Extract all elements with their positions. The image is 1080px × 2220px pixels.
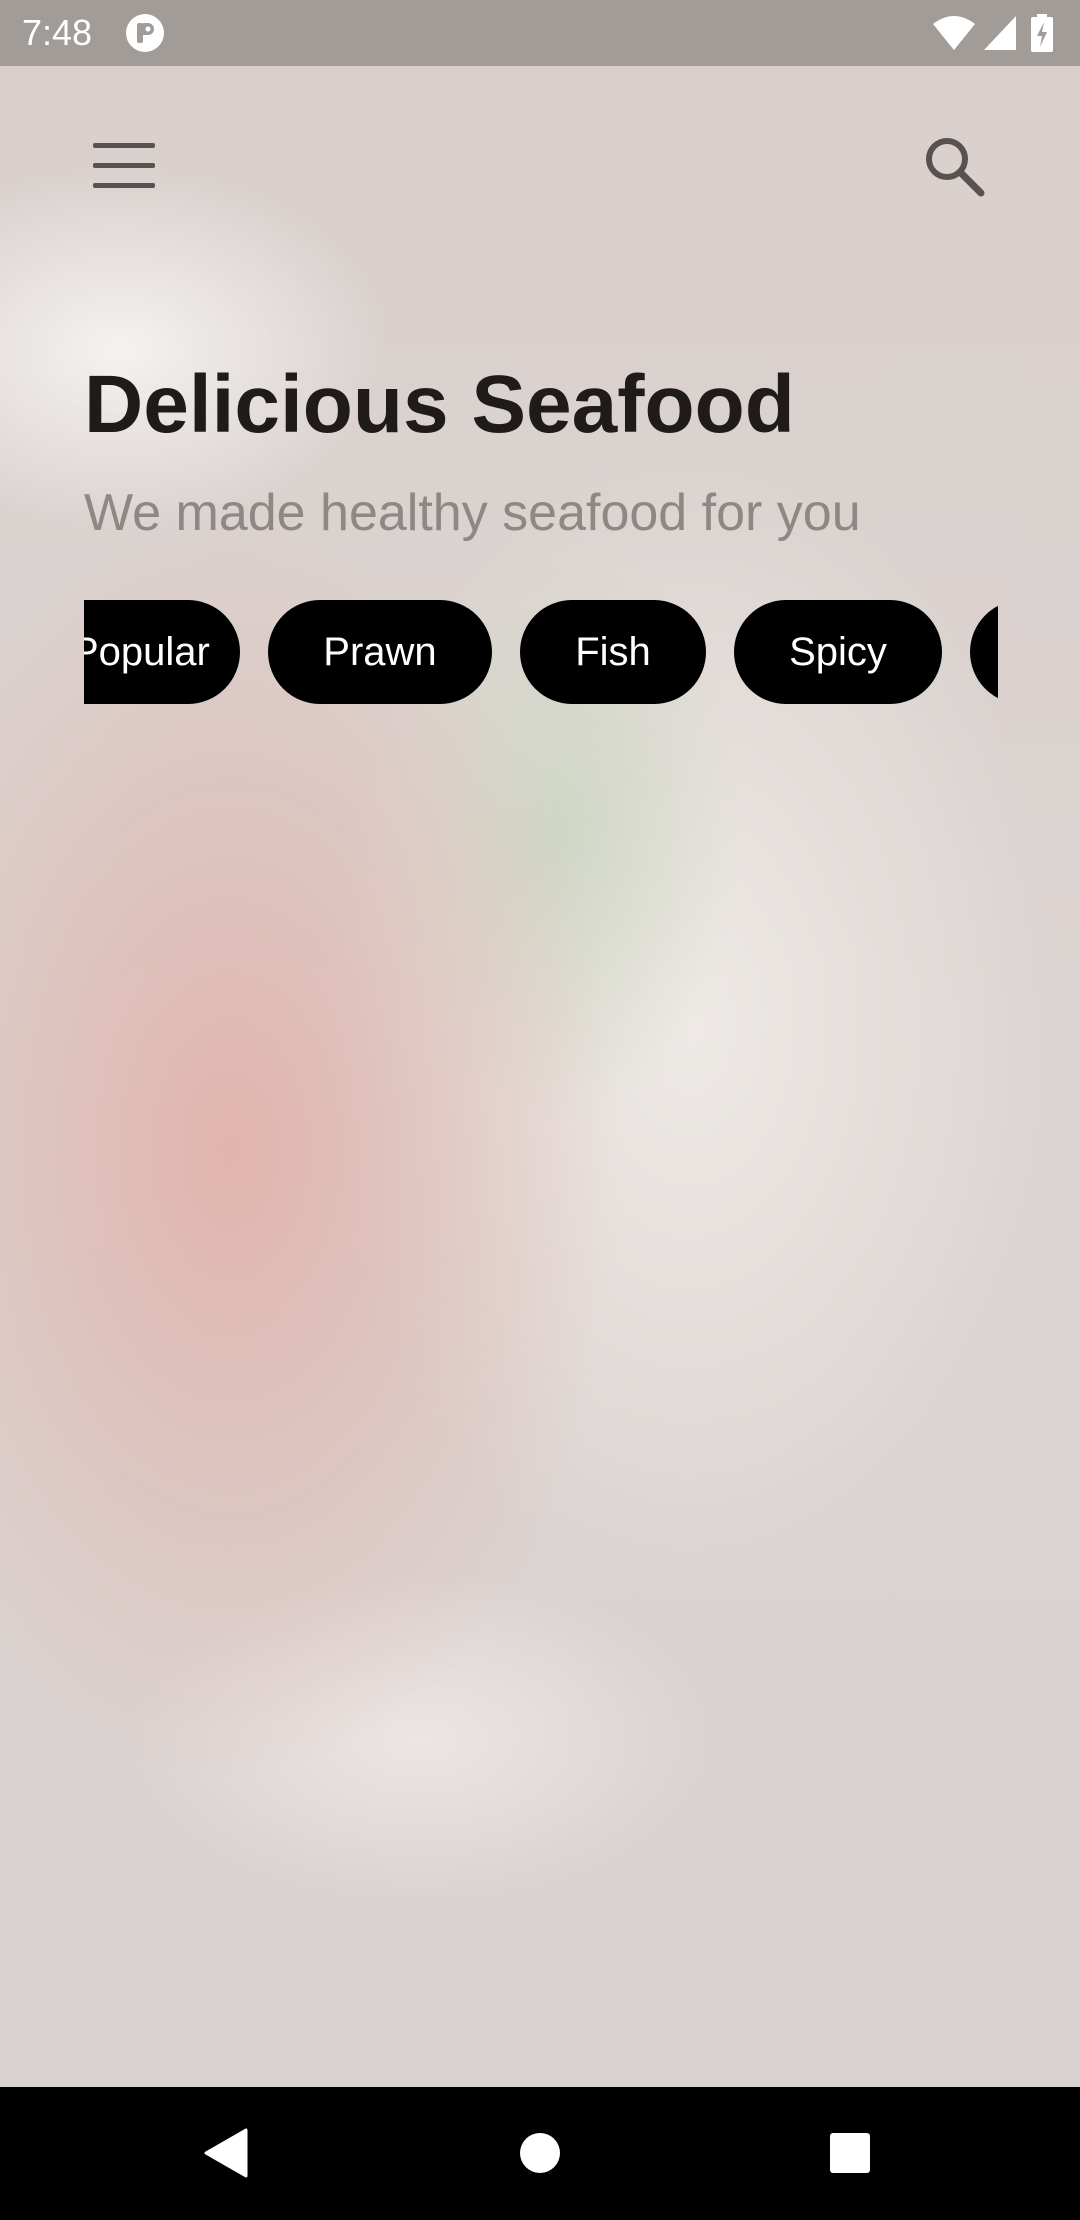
chip-popular[interactable]: Popular (84, 600, 240, 704)
recents-button[interactable] (810, 2113, 890, 2193)
page-title: Delicious Seafood (84, 359, 795, 450)
back-icon (204, 2128, 248, 2178)
gradient-background (0, 0, 1080, 2220)
chip-fish[interactable]: Fish (520, 600, 706, 704)
page-subtitle: We made healthy seafood for you (84, 484, 861, 542)
recents-icon (830, 2133, 870, 2173)
system-navigation-bar (0, 2087, 1080, 2220)
home-icon (520, 2133, 560, 2173)
status-icons (932, 14, 1062, 52)
chip-spicy[interactable]: Spicy (734, 600, 942, 704)
cell-signal-icon (984, 16, 1016, 50)
hamburger-menu-icon (93, 143, 155, 188)
battery-charging-icon (1031, 14, 1053, 52)
search-button[interactable] (906, 118, 1002, 214)
home-button[interactable] (500, 2113, 580, 2193)
status-time: 7:48 (22, 12, 93, 53)
category-chip-track: Popular Prawn Fish Spicy (84, 600, 998, 704)
app-notification-icon (126, 14, 164, 52)
category-chip-list[interactable]: Popular Prawn Fish Spicy (84, 600, 998, 704)
status-bar: 7:48 (0, 0, 1080, 66)
wifi-icon (933, 16, 975, 50)
chip-next[interactable] (970, 600, 998, 704)
search-icon (926, 138, 985, 197)
back-button[interactable] (186, 2113, 266, 2193)
menu-button[interactable] (76, 118, 172, 214)
chip-prawn[interactable]: Prawn (268, 600, 492, 704)
